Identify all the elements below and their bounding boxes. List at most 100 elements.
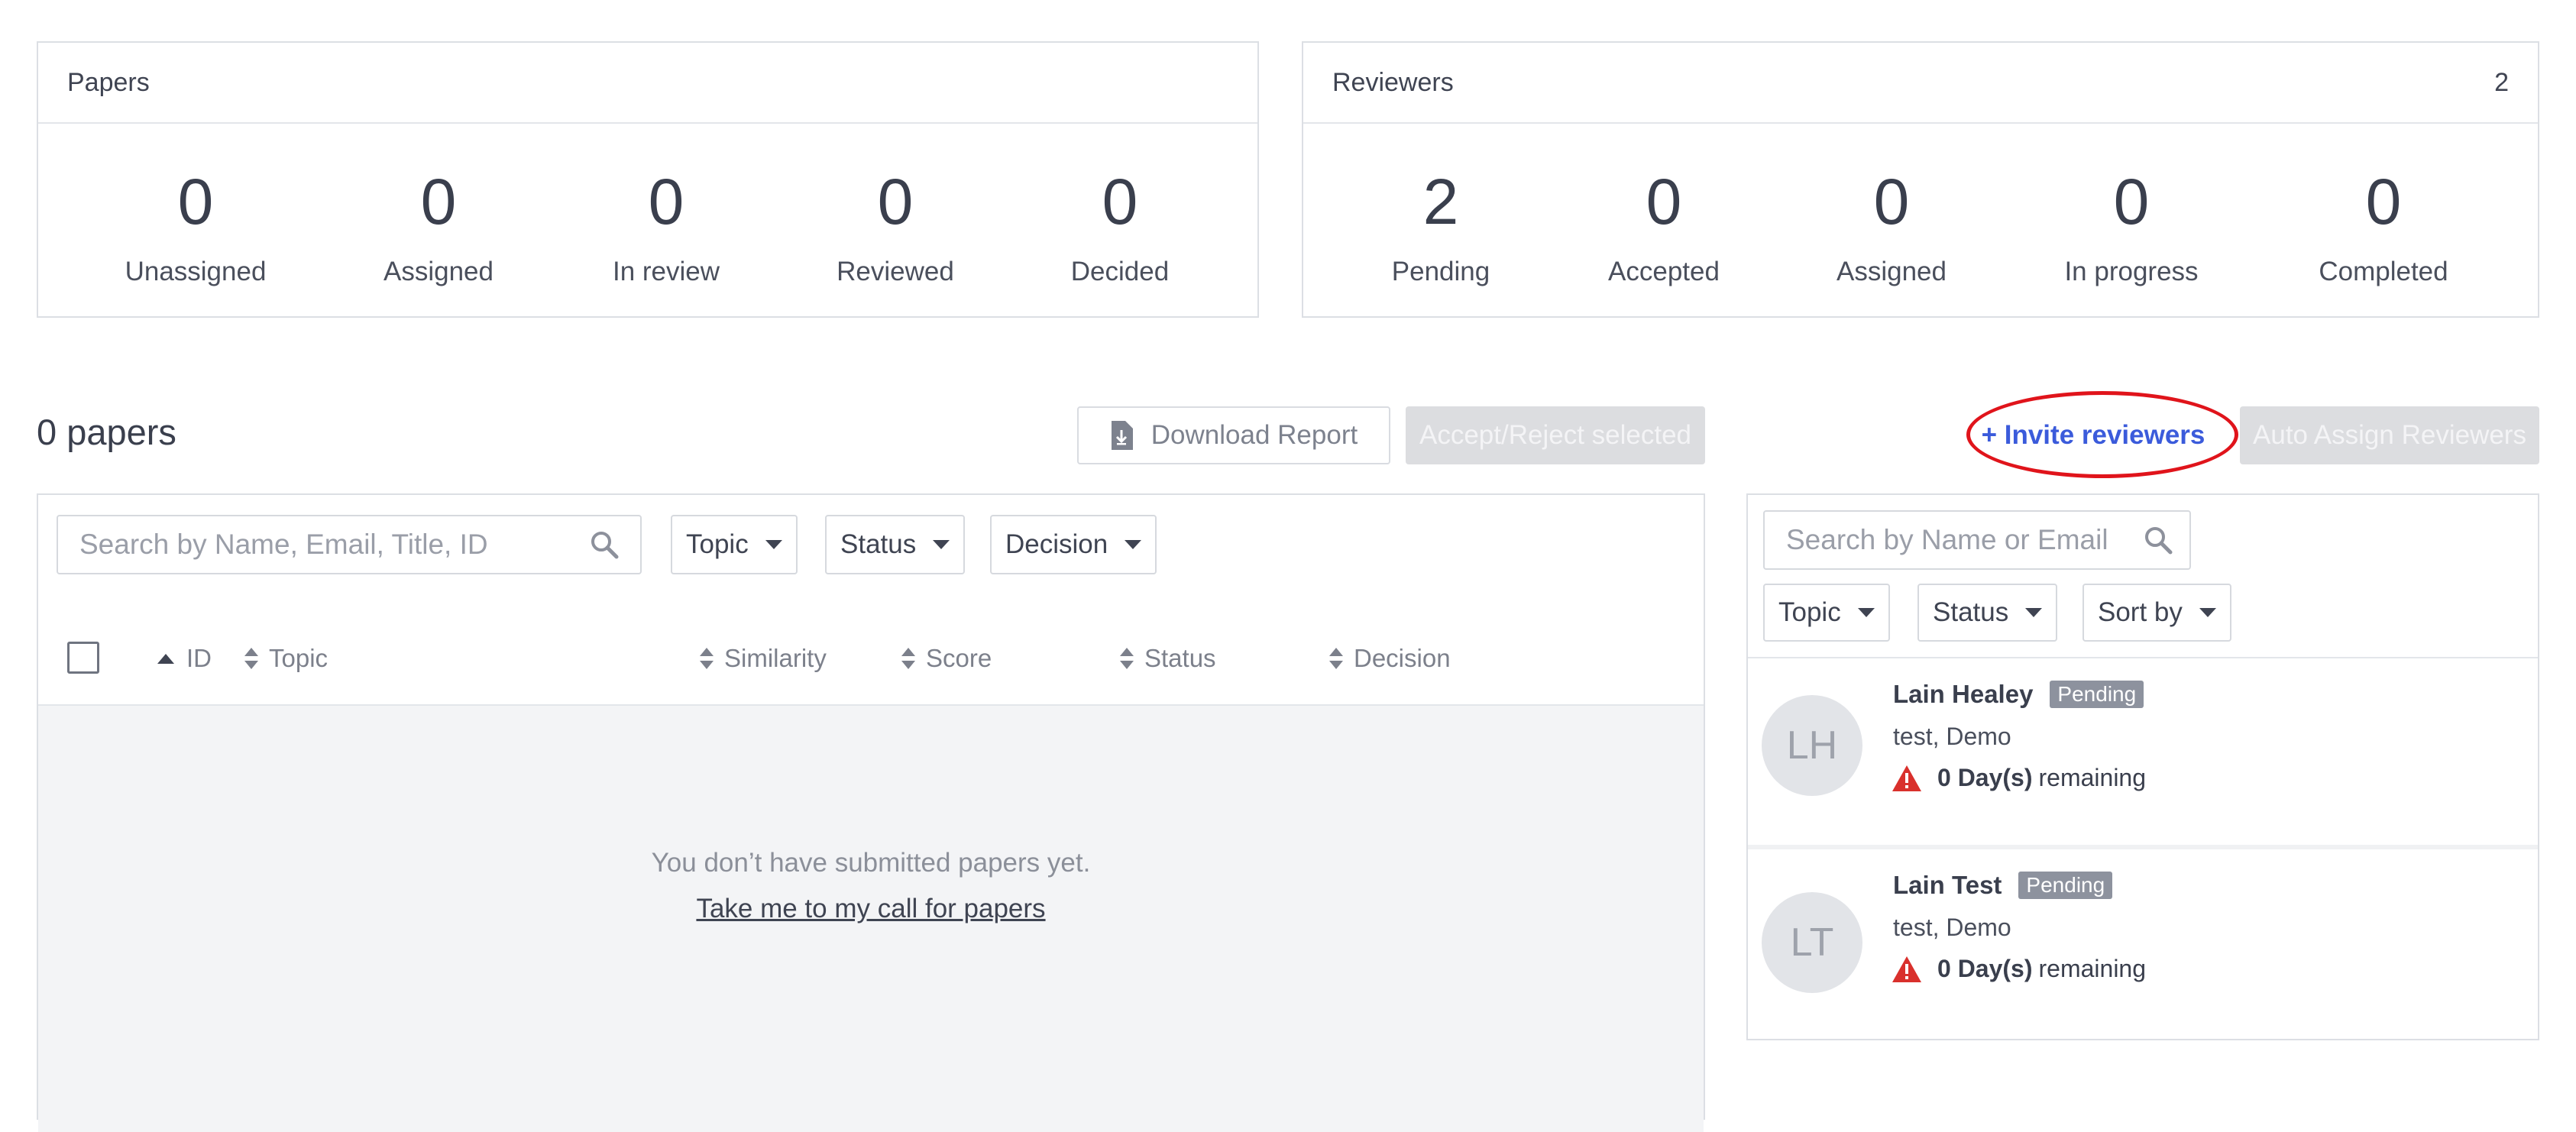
sort-icon <box>1329 647 1343 670</box>
stat-assigned[interactable]: 0 Assigned <box>1769 124 2014 287</box>
download-file-icon <box>1111 421 1133 450</box>
stat-pending[interactable]: 2 Pending <box>1319 124 1563 287</box>
auto-assign-label: Auto Assign Reviewers <box>2253 420 2526 450</box>
column-header-topic-label: Topic <box>269 644 328 672</box>
days-remaining-suffix: remaining <box>2038 764 2147 791</box>
column-header-status-label: Status <box>1144 644 1216 672</box>
papers-count-heading: 0 papers <box>37 412 176 452</box>
sort-icon <box>1120 647 1134 670</box>
caret-down-icon <box>765 540 782 549</box>
accept-reject-selected-button[interactable]: Accept/Reject selected <box>1406 406 1705 464</box>
caret-down-icon <box>2199 608 2216 617</box>
column-header-status[interactable]: Status <box>1120 643 1216 674</box>
stat-value: 0 <box>2113 166 2150 238</box>
download-report-button[interactable]: Download Report <box>1077 406 1390 464</box>
papers-summary-card: Papers 0 Unassigned 0 Assigned 0 In revi… <box>37 41 1259 318</box>
stat-assigned[interactable]: 0 Assigned <box>316 124 561 287</box>
sort-icon <box>700 647 714 670</box>
stat-reviewed[interactable]: 0 Reviewed <box>773 124 1018 287</box>
stat-value: 0 <box>877 166 914 238</box>
status-filter-dropdown[interactable]: Status <box>825 515 966 574</box>
stat-label: Unassigned <box>125 257 267 286</box>
caret-down-icon <box>933 540 950 549</box>
status-filter-label: Status <box>840 529 917 559</box>
stat-decided[interactable]: 0 Decided <box>998 124 1242 287</box>
stat-completed[interactable]: 0 Completed <box>2261 124 2506 287</box>
column-header-id-label: ID <box>186 644 212 672</box>
reviewer-deadline: 0 Day(s) remaining <box>1892 955 2146 983</box>
papers-empty-state: You don’t have submitted papers yet. Tak… <box>38 704 1704 1132</box>
caret-down-icon <box>1857 608 1875 617</box>
reviewer-list-item[interactable]: LT Lain Test Pending test, Demo 0 Day(s)… <box>1748 845 2538 1039</box>
reviewer-status-filter-dropdown[interactable]: Status <box>1917 584 2058 642</box>
reviewer-status-label: Status <box>1933 597 2009 627</box>
avatar: LT <box>1762 892 1862 993</box>
stat-label: Reviewed <box>837 257 954 286</box>
reviewer-topics: test, Demo <box>1893 914 2011 941</box>
reviewer-name[interactable]: Lain Test <box>1893 871 2002 900</box>
empty-state-message: You don’t have submitted papers yet. <box>651 848 1091 878</box>
reviewer-sort-label: Sort by <box>2098 597 2183 627</box>
sort-icon <box>901 647 915 670</box>
stat-value: 0 <box>177 166 214 238</box>
stat-value: 0 <box>648 166 684 238</box>
search-icon <box>2145 527 2173 555</box>
stat-label: Assigned <box>1837 257 1947 286</box>
papers-card-title: Papers <box>67 67 150 97</box>
reviewer-deadline: 0 Day(s) remaining <box>1892 764 2146 792</box>
call-for-papers-link[interactable]: Take me to my call for papers <box>696 894 1045 923</box>
reviewer-list-item[interactable]: LH Lain Healey Pending test, Demo 0 Day(… <box>1748 657 2538 845</box>
topic-filter-dropdown[interactable]: Topic <box>671 515 798 574</box>
stat-in-progress[interactable]: 0 In progress <box>2009 124 2254 287</box>
reviewers-search-placeholder: Search by Name or Email <box>1786 524 2108 555</box>
select-all-checkbox[interactable] <box>67 642 99 674</box>
sort-ascending-icon <box>157 653 174 664</box>
stat-accepted[interactable]: 0 Accepted <box>1542 124 1786 287</box>
reviewer-topic-filter-dropdown[interactable]: Topic <box>1763 584 1890 642</box>
column-header-score[interactable]: Score <box>901 643 992 674</box>
days-remaining-suffix: remaining <box>2038 955 2147 982</box>
column-header-similarity[interactable]: Similarity <box>700 643 827 674</box>
auto-assign-reviewers-button[interactable]: Auto Assign Reviewers <box>2240 406 2539 464</box>
reviewer-topic-label: Topic <box>1778 597 1841 627</box>
stat-value: 2 <box>1422 166 1459 238</box>
topic-filter-label: Topic <box>686 529 749 559</box>
stat-label: In review <box>612 257 720 286</box>
invite-reviewers-highlight-ring <box>1966 391 2238 478</box>
reviewers-card-header: Reviewers 2 <box>1303 43 2538 124</box>
stat-value: 0 <box>1873 166 1910 238</box>
reviewers-list-panel: Search by Name or Email Topic Status Sor… <box>1746 493 2539 1040</box>
stat-label: Pending <box>1391 257 1490 286</box>
reviewers-count: 2 <box>2494 67 2509 97</box>
caret-down-icon <box>1125 540 1142 549</box>
days-remaining-value: 0 Day(s) <box>1937 764 2033 791</box>
column-header-similarity-label: Similarity <box>724 644 827 672</box>
column-header-decision[interactable]: Decision <box>1329 643 1451 674</box>
decision-filter-dropdown[interactable]: Decision <box>990 515 1157 574</box>
accept-reject-label: Accept/Reject selected <box>1419 420 1691 450</box>
stat-label: Assigned <box>383 257 494 286</box>
stat-in-review[interactable]: 0 In review <box>544 124 788 287</box>
status-badge: Pending <box>2050 681 2144 708</box>
reviewer-sort-dropdown[interactable]: Sort by <box>2082 584 2231 642</box>
column-header-topic[interactable]: Topic <box>244 643 328 674</box>
papers-search-placeholder: Search by Name, Email, Title, ID <box>79 529 488 560</box>
stat-value: 0 <box>1646 166 1682 238</box>
papers-table-panel: Search by Name, Email, Title, ID Topic S… <box>37 493 1705 1132</box>
stat-unassigned[interactable]: 0 Unassigned <box>73 124 318 287</box>
papers-card-header: Papers <box>38 43 1257 124</box>
reviewer-name[interactable]: Lain Healey <box>1893 680 2033 709</box>
search-icon <box>591 532 619 559</box>
papers-search-input[interactable]: Search by Name, Email, Title, ID <box>57 515 642 574</box>
reviewers-search-input[interactable]: Search by Name or Email <box>1763 510 2191 570</box>
sort-icon <box>244 647 258 670</box>
reviewer-topics: test, Demo <box>1893 723 2011 750</box>
stat-value: 0 <box>1102 166 1138 238</box>
reviewers-summary-card: Reviewers 2 2 Pending 0 Accepted 0 Assig… <box>1302 41 2539 318</box>
days-remaining-value: 0 Day(s) <box>1937 955 2033 982</box>
decision-filter-label: Decision <box>1005 529 1108 559</box>
stat-value: 0 <box>2365 166 2402 238</box>
warning-icon <box>1892 956 1921 982</box>
column-header-id[interactable]: ID <box>157 643 212 674</box>
stat-label: Accepted <box>1608 257 1720 286</box>
